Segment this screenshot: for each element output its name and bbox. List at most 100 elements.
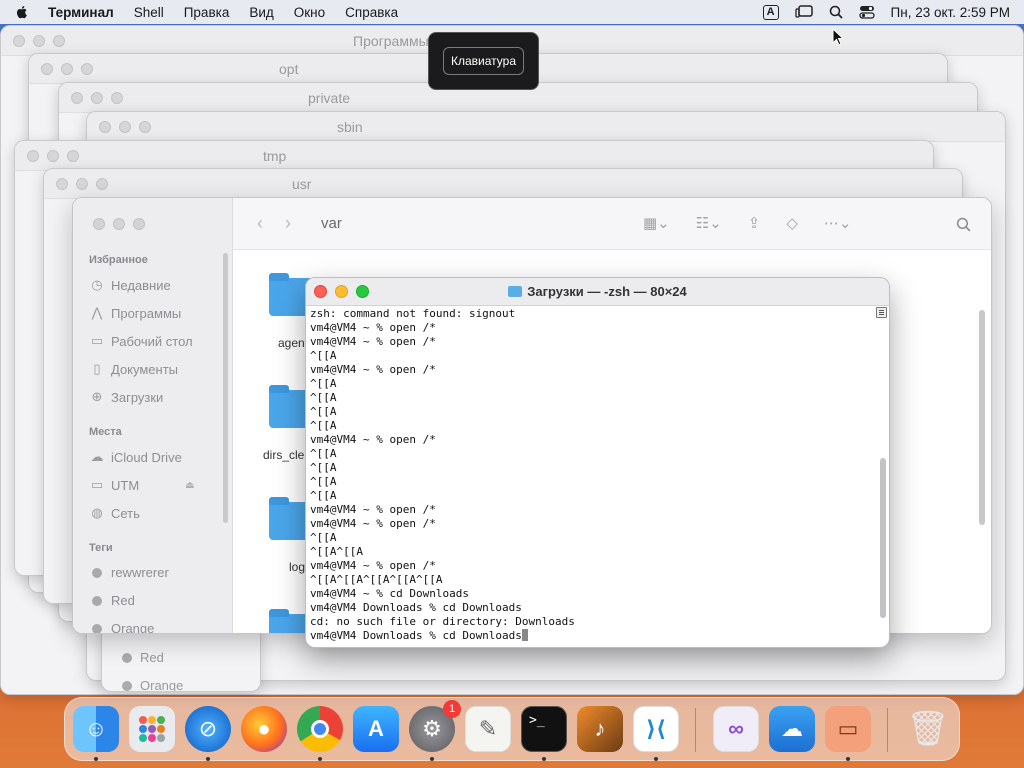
terminal-line: cd: no such file or directory: Downloads	[310, 615, 575, 628]
sidebar-tag-rewwrerer[interactable]: rewwrerer	[89, 565, 169, 580]
dock: ☺ ⊘ ● A ⚙ 1 ✎ >_ ♪ ⟩⟨ ∞ ☁ ▭ 🗑	[64, 697, 960, 761]
clock-icon: ◷	[91, 277, 103, 292]
menu-datetime[interactable]: Пн, 23 окт. 2:59 PM	[891, 5, 1010, 20]
content-scrollbar[interactable]	[979, 310, 985, 525]
sidebar-item-icloud[interactable]: ☁ iCloud Drive	[89, 449, 182, 465]
finder-title: var	[321, 215, 342, 232]
terminal-line: ^[[A	[310, 461, 337, 474]
terminal-line: vm4@VM4 ~ % open /*	[310, 433, 436, 446]
dock-app-store[interactable]: A	[353, 706, 399, 752]
search-icon[interactable]	[956, 217, 971, 232]
folder-label[interactable]: agen	[278, 336, 305, 350]
terminal-window[interactable]: Загрузки — -zsh — 80×24 zsh: command not…	[305, 277, 890, 648]
dock-finder[interactable]: ☺	[73, 706, 119, 752]
dock-terminal[interactable]: >_	[521, 706, 567, 752]
sidebar-item-applications[interactable]: ⋀ Программы	[89, 305, 182, 321]
dock-firefox[interactable]: ●	[241, 706, 287, 752]
sidebar-item-utm[interactable]: ▭ UTM ⏏	[89, 477, 195, 493]
menu-window[interactable]: Окно	[294, 5, 325, 20]
menu-view[interactable]: Вид	[249, 5, 273, 20]
tag-color-dot	[92, 595, 102, 606]
gear-icon: ⚙	[422, 716, 442, 741]
back-forward-icon[interactable]: ‹›	[257, 213, 313, 234]
window-title: Программы	[353, 33, 429, 49]
tag-label: Red	[140, 650, 164, 665]
apple-menu-icon[interactable]	[14, 4, 30, 20]
tag-item-red[interactable]: Red	[122, 650, 164, 665]
dock-textedit[interactable]: ✎	[465, 706, 511, 752]
sidebar-item-documents[interactable]: ▯ Документы	[89, 361, 178, 377]
terminal-line: vm4@VM4 ~ % open /*	[310, 559, 436, 572]
more-actions-icon[interactable]: ⋯⌄	[824, 214, 852, 232]
spotlight-search-icon[interactable]	[829, 5, 843, 19]
sidebar-item-desktop[interactable]: ▭ Рабочий стол	[89, 333, 193, 349]
sidebar-item-recents[interactable]: ◷ Недавние	[89, 277, 170, 293]
window-controls[interactable]	[93, 218, 145, 230]
control-center-icon[interactable]	[858, 5, 875, 19]
terminal-line: ^[[A	[310, 349, 337, 362]
finder-face-icon: ☺	[84, 716, 108, 741]
terminal-line: ^[[A	[310, 475, 337, 488]
menu-help[interactable]: Справка	[345, 5, 398, 20]
chrome-icon	[311, 720, 329, 738]
sidebar-tag-orange[interactable]: Orange	[89, 621, 154, 633]
applications-icon: ⋀	[91, 305, 103, 320]
share-icon[interactable]: ⇪	[748, 214, 761, 232]
tag-item-orange[interactable]: Orange	[122, 678, 184, 692]
terminal-line: ^[[A	[310, 391, 337, 404]
menu-shell[interactable]: Shell	[134, 5, 164, 20]
terminal-title: Загрузки — -zsh — 80×24	[527, 284, 687, 299]
view-grid-icon[interactable]: ▦⌄	[643, 214, 670, 232]
dock-weather[interactable]: ☁	[769, 706, 815, 752]
cloud-icon: ☁	[90, 449, 104, 464]
terminal-line: vm4@VM4 ~ % cd Downloads	[310, 587, 469, 600]
dock-utm[interactable]: ▭	[825, 706, 871, 752]
menu-edit[interactable]: Правка	[184, 5, 230, 20]
dock-vscode[interactable]: ⟩⟨	[633, 706, 679, 752]
terminal-output[interactable]: zsh: command not found: signout vm4@VM4 ~…	[310, 307, 875, 647]
terminal-line: vm4@VM4 ~ % open /*	[310, 321, 436, 334]
terminal-line: ^[[A^[[A	[310, 545, 363, 558]
window-title: sbin	[337, 119, 363, 135]
computer-icon: ▭	[837, 716, 859, 741]
terminal-scrollbar[interactable]	[880, 458, 886, 618]
app-store-icon: A	[368, 716, 384, 741]
drive-icon: ▭	[90, 477, 104, 492]
tag-color-dot	[92, 567, 102, 578]
dock-visual-studio[interactable]: ∞	[713, 706, 759, 752]
stage-manager-icon[interactable]	[794, 5, 813, 19]
download-icon: ⊕	[91, 389, 103, 404]
dock-launchpad[interactable]	[129, 706, 175, 752]
terminal-line: vm4@VM4 Downloads % cd Downloads	[310, 629, 875, 643]
sidebar-tag-red[interactable]: Red	[89, 593, 135, 608]
text-cursor	[521, 629, 528, 641]
sidebar-item-network[interactable]: ◍ Сеть	[89, 505, 140, 521]
dock-chrome[interactable]	[297, 706, 343, 752]
group-icon[interactable]: ☷⌄	[696, 214, 722, 232]
terminal-titlebar[interactable]: Загрузки — -zsh — 80×24	[306, 278, 889, 306]
terminal-line: ^[[A	[310, 405, 337, 418]
vscode-icon: ⟩⟨	[645, 716, 667, 741]
dock-system-settings[interactable]: ⚙ 1	[409, 700, 461, 752]
terminal-line: vm4@VM4 ~ % open /*	[310, 335, 436, 348]
tag-label: Orange	[140, 678, 184, 692]
finder-sidebar: Избранное ◷ Недавние ⋀ Программы ▭ Рабочий …	[73, 198, 233, 633]
globe-icon: ◍	[91, 505, 103, 520]
menu-app-name[interactable]: Терминал	[48, 5, 114, 20]
sidebar-item-downloads[interactable]: ⊕ Загрузки	[89, 389, 164, 405]
finder-toolbar: ‹› var ▦⌄ ☷⌄ ⇪ ◇ ⋯⌄	[233, 198, 991, 250]
terminal-line: ^[[A	[310, 531, 337, 544]
folder-label[interactable]: dirs_cle	[263, 448, 304, 462]
tag-icon[interactable]: ◇	[786, 214, 798, 232]
keyboard-tooltip: Клавиатура	[428, 32, 539, 90]
dock-garageband[interactable]: ♪	[577, 706, 623, 752]
marks-icon[interactable]	[876, 307, 887, 318]
dock-safari[interactable]: ⊘	[185, 706, 231, 752]
sidebar-scrollbar[interactable]	[223, 253, 228, 523]
dock-trash[interactable]: 🗑	[905, 706, 951, 752]
eject-icon[interactable]: ⏏	[185, 480, 194, 491]
input-source-icon[interactable]: A	[762, 4, 779, 20]
folder-label[interactable]: log	[289, 560, 305, 574]
terminal-line: zsh: command not found: signout	[310, 307, 516, 320]
window-title: tmp	[263, 148, 287, 164]
